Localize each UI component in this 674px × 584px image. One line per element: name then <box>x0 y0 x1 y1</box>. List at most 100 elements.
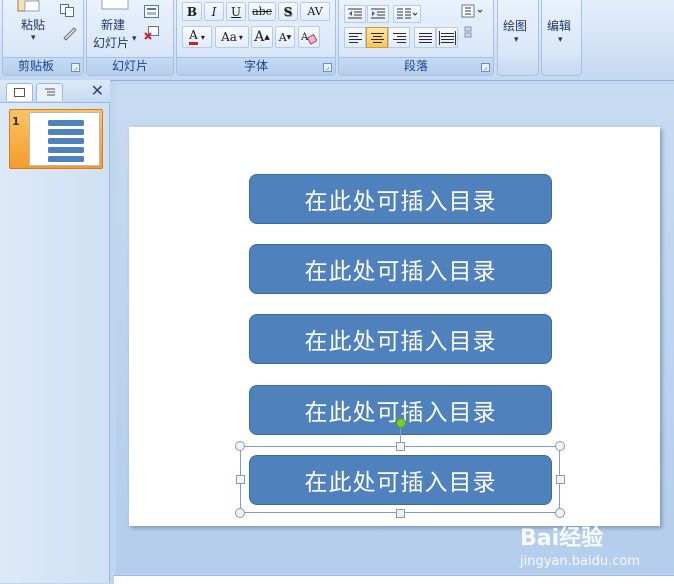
delete-slide-icon <box>144 25 159 40</box>
clear-formatting-button[interactable]: A <box>298 26 320 48</box>
new-slide-label-line1: 新建 <box>101 18 126 32</box>
columns-icon <box>397 8 417 19</box>
slides-group-label: 幻灯片 <box>87 57 173 75</box>
font-dialog-launcher-icon[interactable]: ⌟ <box>323 63 332 72</box>
distributed-button[interactable] <box>436 27 458 48</box>
paragraph-dialog-launcher-icon[interactable]: ⌟ <box>481 63 490 72</box>
watermark-line2: jingyan.baidu.com <box>520 554 640 569</box>
italic-button[interactable]: I <box>204 2 224 21</box>
toc-shape-1[interactable]: 在此处可插入目录 <box>249 174 552 224</box>
font-color-button[interactable]: A ▾ <box>182 26 212 48</box>
underline-button[interactable]: U <box>226 2 246 21</box>
editing-label: 编辑 <box>547 19 572 33</box>
thumbnail-shape <box>48 147 84 153</box>
decrease-indent-icon <box>348 8 362 19</box>
slide-thumbnail-number: 1 <box>12 115 20 128</box>
tab-outline[interactable] <box>36 83 63 101</box>
baidu-jingyan-watermark: Bai经验 jingyan.baidu.com <box>518 520 668 572</box>
character-spacing-button[interactable]: AV <box>300 2 330 21</box>
toc-shape-5-selected[interactable]: 在此处可插入目录 <box>249 455 552 505</box>
copy-icon <box>59 3 74 17</box>
font-color-label: A <box>189 29 198 45</box>
smartart-icon <box>464 26 472 38</box>
text-direction-icon <box>461 4 483 18</box>
resize-handle-bottom[interactable] <box>396 509 405 518</box>
resize-handle-bottom-left[interactable] <box>235 508 245 518</box>
align-center-button[interactable] <box>366 27 388 48</box>
rotation-handle[interactable] <box>396 418 406 428</box>
new-slide-button[interactable]: 新建 幻灯片 ▾ <box>89 0 141 51</box>
clipboard-dialog-launcher-icon[interactable]: ⌟ <box>71 63 80 72</box>
change-case-button[interactable]: Aa ▾ <box>215 26 249 48</box>
increase-indent-button[interactable] <box>367 5 389 23</box>
font-group: B I U abc S AV A ▾ Aa ▾ A ▲ A ▼ A 字体 ⌟ <box>176 0 336 76</box>
watermark-line1: Bai经验 <box>520 526 604 551</box>
shrink-font-button[interactable]: A ▼ <box>275 26 295 48</box>
slides-tab-icon <box>13 87 25 97</box>
change-case-dropdown-arrow-icon: ▾ <box>238 32 243 42</box>
decrease-indent-button[interactable] <box>344 5 366 23</box>
drawing-label: 绘图 <box>503 19 528 33</box>
format-painter-icon <box>62 26 77 41</box>
resize-handle-top[interactable] <box>396 442 405 451</box>
smartart-button[interactable] <box>463 25 485 39</box>
columns-button[interactable] <box>393 5 421 23</box>
paragraph-group-label: 段落 <box>339 57 493 75</box>
format-painter-button[interactable] <box>61 25 77 41</box>
grow-font-label: A <box>254 29 265 45</box>
paste-label: 粘贴 <box>21 18 46 32</box>
change-case-label: Aa <box>221 30 237 44</box>
paragraph-group: 段落 ⌟ <box>338 0 494 76</box>
clear-formatting-icon: A <box>301 32 317 45</box>
justify-icon <box>418 31 432 45</box>
align-right-icon <box>392 31 406 45</box>
new-slide-icon <box>101 0 129 10</box>
ribbon: 粘贴 ▾ 剪贴板 ⌟ 新建 幻灯片 ▾ 幻灯片 B I U abc S AV A… <box>0 0 674 81</box>
thumbnail-shape <box>48 156 84 162</box>
slide-thumbnail[interactable] <box>29 112 100 166</box>
editing-dropdown-arrow-icon: ▾ <box>558 35 563 45</box>
justify-button[interactable] <box>414 27 436 48</box>
thumbnail-shape <box>48 129 84 135</box>
layout-icon <box>144 4 159 18</box>
tab-slides[interactable] <box>6 83 33 101</box>
font-color-dropdown-arrow-icon: ▾ <box>200 32 205 42</box>
outline-tab-icon <box>44 88 55 95</box>
toc-shape-2[interactable]: 在此处可插入目录 <box>249 244 552 294</box>
align-left-icon <box>348 31 362 45</box>
editing-group[interactable]: 编辑 ▾ <box>541 0 582 76</box>
align-center-icon <box>370 31 384 45</box>
drawing-group[interactable]: 绘图 ▾ <box>497 0 539 76</box>
paste-button[interactable]: 粘贴 ▾ <box>11 0 49 49</box>
paste-dropdown-arrow-icon[interactable]: ▾ <box>31 33 36 43</box>
slides-group: 新建 幻灯片 ▾ 幻灯片 <box>86 0 174 76</box>
copy-button[interactable] <box>59 3 75 17</box>
text-direction-button[interactable] <box>459 3 485 21</box>
toc-shape-3[interactable]: 在此处可插入目录 <box>249 314 552 364</box>
resize-handle-right[interactable] <box>556 475 565 484</box>
paste-icon <box>17 0 40 12</box>
clipboard-group: 粘贴 ▾ 剪贴板 ⌟ <box>2 0 84 76</box>
shrink-font-label: A <box>278 30 287 44</box>
new-slide-dropdown-arrow-icon[interactable]: ▾ <box>132 34 137 44</box>
grow-font-button[interactable]: A ▲ <box>251 26 273 48</box>
new-slide-label-line2: 幻灯片 <box>93 36 130 50</box>
increase-indent-icon <box>371 8 385 19</box>
layout-button[interactable] <box>143 4 161 20</box>
resize-handle-top-right[interactable] <box>555 441 565 451</box>
distributed-icon <box>438 30 456 45</box>
delete-slide-button[interactable] <box>143 25 161 41</box>
align-left-button[interactable] <box>344 27 366 48</box>
strikethrough-button[interactable]: abc <box>248 2 276 21</box>
resize-handle-top-left[interactable] <box>235 441 245 451</box>
shadow-button[interactable]: S <box>278 2 298 21</box>
resize-handle-bottom-right[interactable] <box>555 508 565 518</box>
pane-tabs: ✕ <box>0 80 110 103</box>
bold-button[interactable]: B <box>182 2 202 21</box>
align-right-button[interactable] <box>388 27 410 48</box>
thumbnail-shape <box>48 120 84 126</box>
thumbnail-shape <box>48 138 84 144</box>
resize-handle-left[interactable] <box>236 475 245 484</box>
close-pane-icon[interactable]: ✕ <box>91 82 104 100</box>
font-group-label: 字体 <box>177 57 335 75</box>
